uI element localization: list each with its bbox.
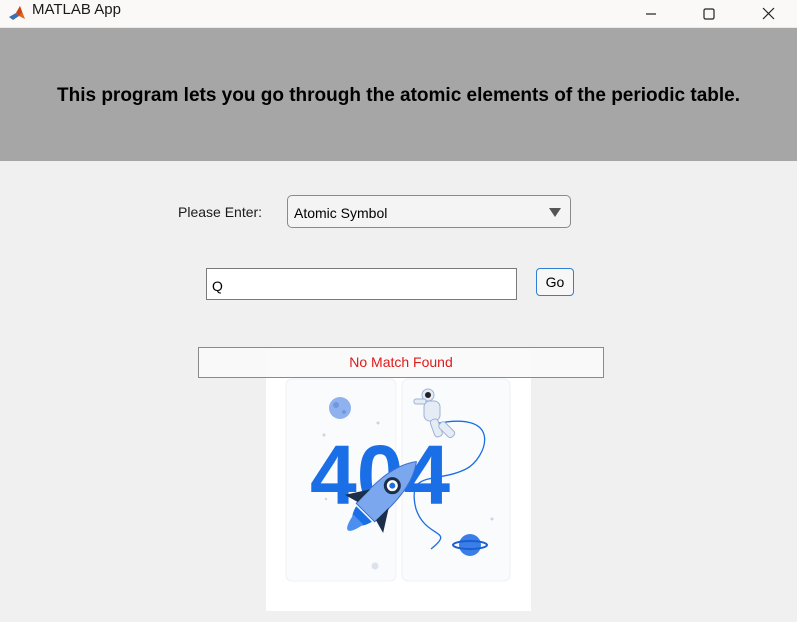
search-type-dropdown[interactable]: Atomic Symbol: [287, 195, 571, 228]
symbol-input[interactable]: [206, 268, 517, 300]
result-display: No Match Found: [198, 347, 604, 378]
matlab-logo-icon: [9, 6, 25, 20]
close-icon: [762, 7, 774, 20]
please-enter-label: Please Enter:: [178, 204, 263, 220]
dropdown-selected-value: Atomic Symbol: [294, 205, 388, 221]
window-title: MATLAB App: [32, 1, 121, 18]
chevron-down-icon[interactable]: [549, 208, 561, 217]
header-description: This program lets you go through the ato…: [56, 85, 741, 106]
minimize-button[interactable]: [628, 0, 674, 27]
404-astronaut-rocket-illustration: 404: [266, 349, 531, 611]
maximize-button[interactable]: [686, 0, 732, 27]
go-button[interactable]: Go: [536, 268, 574, 296]
window-titlebar: MATLAB App: [0, 0, 797, 28]
close-button[interactable]: [745, 0, 791, 27]
result-text: No Match Found: [349, 354, 453, 370]
header-banner: This program lets you go through the ato…: [0, 28, 797, 161]
minimize-icon: [646, 12, 656, 15]
maximize-icon: [703, 7, 715, 20]
